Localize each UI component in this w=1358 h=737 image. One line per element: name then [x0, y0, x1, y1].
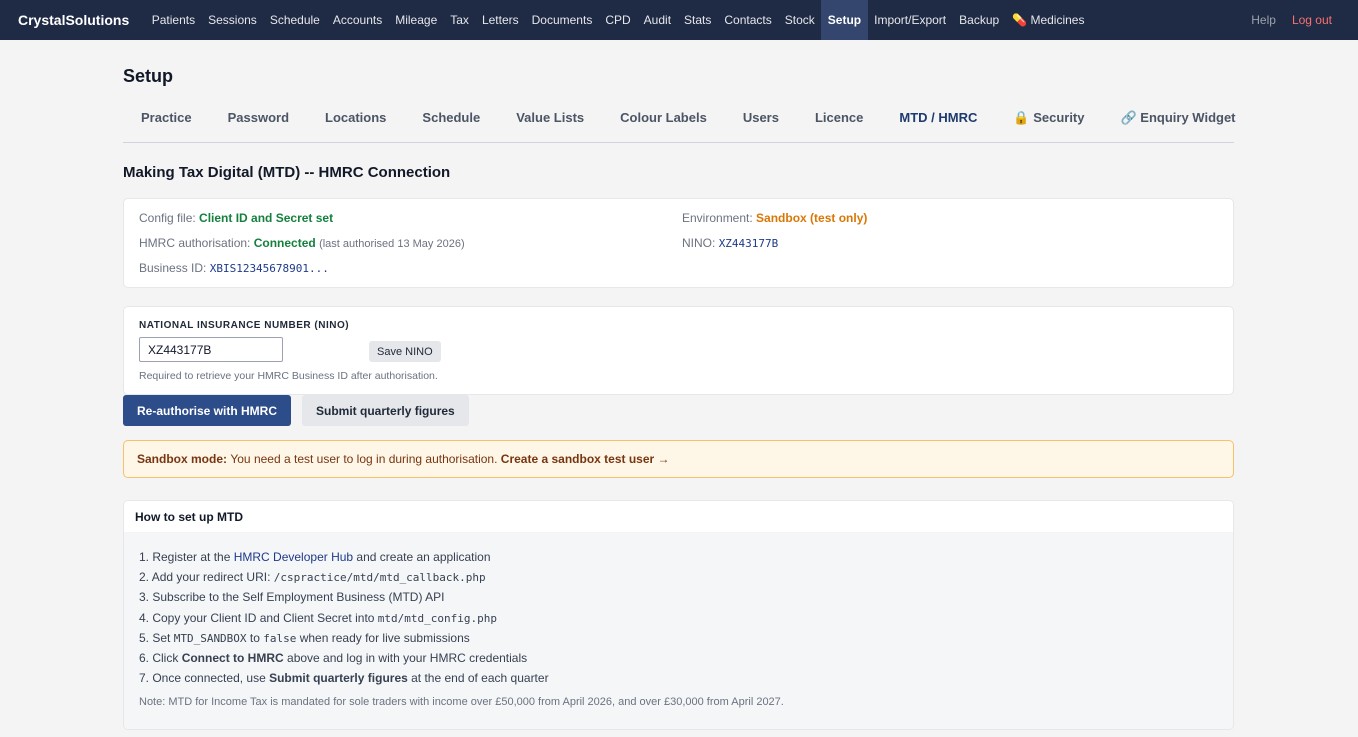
nino-value: XZ443177B [718, 237, 779, 250]
sandbox-alert: Sandbox mode: You need a test user to lo… [123, 440, 1234, 478]
nino-help-text: Required to retrieve your HMRC Business … [139, 370, 438, 382]
tab-mtd-hmrc[interactable]: MTD / HMRC [899, 109, 977, 142]
tab-colour-labels[interactable]: Colour Labels [620, 109, 707, 142]
nav-item-sessions[interactable]: Sessions [202, 0, 264, 40]
tab-users[interactable]: Users [743, 109, 779, 142]
nav-right: Help Log out [1251, 13, 1358, 27]
step-2: 2. Add your redirect URI: /cspractice/mt… [139, 570, 486, 585]
reauthorise-button[interactable]: Re-authorise with HMRC [123, 395, 292, 426]
top-nav-bar: CrystalSolutions Patients Sessions Sched… [0, 0, 1358, 40]
tab-value-lists[interactable]: Value Lists [516, 109, 584, 142]
tab-security[interactable]: 🔒 Security [1013, 109, 1084, 142]
step-5: 5. Set MTD_SANDBOX to false when ready f… [139, 630, 470, 645]
howto-body: 1. Register at the HMRC Developer Hub an… [124, 533, 1233, 729]
nino-input[interactable] [139, 337, 283, 362]
setup-tabs: Practice Password Locations Schedule Val… [123, 109, 1236, 143]
howto-title: How to set up MTD [124, 501, 1233, 533]
step-3: 3. Subscribe to the Self Employment Busi… [139, 590, 445, 605]
mtd-note: Note: MTD for Income Tax is mandated for… [139, 696, 784, 709]
nino-label: NINO: [682, 236, 716, 250]
tab-licence[interactable]: Licence [815, 109, 863, 142]
tab-schedule[interactable]: Schedule [422, 109, 480, 142]
section-title: Making Tax Digital (MTD) -- HMRC Connect… [123, 164, 451, 181]
connection-status-card: Config file: Client ID and Secret set HM… [123, 198, 1234, 288]
nav-item-patients[interactable]: Patients [145, 0, 201, 40]
auth-row: HMRC authorisation: Connected (last auth… [139, 236, 465, 250]
nav-item-accounts[interactable]: Accounts [326, 0, 388, 40]
nav-item-mileage[interactable]: Mileage [389, 0, 444, 40]
tab-password[interactable]: Password [228, 109, 289, 142]
page-title: Setup [123, 66, 174, 86]
step-6: 6. Click Connect to HMRC above and log i… [139, 650, 528, 665]
submit-quarterly-button[interactable]: Submit quarterly figures [302, 395, 469, 426]
tab-practice[interactable]: Practice [141, 109, 192, 142]
auth-status: Connected [253, 236, 316, 250]
tab-locations[interactable]: Locations [325, 109, 386, 142]
nino-form-card: NATIONAL INSURANCE NUMBER (NINO) Save NI… [123, 306, 1234, 395]
nav-item-backup[interactable]: Backup [953, 0, 1006, 40]
action-buttons: Re-authorise with HMRC Submit quarterly … [123, 395, 1234, 426]
business-id-label: Business ID: [139, 261, 207, 275]
setup-steps: 1. Register at the HMRC Developer Hub an… [139, 547, 1218, 688]
nav-item-import-export[interactable]: Import/Export [868, 0, 953, 40]
config-file-row: Config file: Client ID and Secret set [139, 211, 333, 225]
nino-row: NINO: XZ443177B [682, 236, 778, 250]
environment-value: Sandbox (test only) [756, 211, 868, 225]
nav-item-letters[interactable]: Letters [475, 0, 525, 40]
nav-item-contacts[interactable]: Contacts [718, 0, 778, 40]
business-id-row: Business ID: XBIS12345678901... [139, 261, 329, 275]
environment-label: Environment: [682, 211, 753, 225]
alert-title: Sandbox mode: [137, 452, 228, 466]
nav-item-documents[interactable]: Documents [525, 0, 599, 40]
nino-field-label: NATIONAL INSURANCE NUMBER (NINO) [139, 320, 350, 331]
brand-logo[interactable]: CrystalSolutions [18, 12, 129, 28]
save-nino-button[interactable]: Save NINO [369, 341, 441, 362]
nav-item-stats[interactable]: Stats [678, 0, 718, 40]
business-id-value: XBIS12345678901... [209, 262, 329, 275]
config-file-value: Client ID and Secret set [199, 211, 334, 225]
main-content: Setup Practice Password Locations Schedu… [123, 40, 1236, 730]
help-link[interactable]: Help [1251, 13, 1276, 27]
sandbox-user-link[interactable]: Create a sandbox test user → [501, 452, 670, 466]
nav-item-tax[interactable]: Tax [444, 0, 476, 40]
nav-item-schedule[interactable]: Schedule [263, 0, 326, 40]
auth-note: (last authorised 13 May 2026) [319, 238, 465, 250]
main-nav: Patients Sessions Schedule Accounts Mile… [145, 0, 1091, 40]
config-path-code: mtd/mtd_config.php [377, 611, 498, 625]
nav-item-audit[interactable]: Audit [637, 0, 677, 40]
step-7: 7. Once connected, use Submit quarterly … [139, 671, 549, 686]
nav-item-setup[interactable]: Setup [821, 0, 868, 40]
logout-link[interactable]: Log out [1292, 13, 1332, 27]
auth-label: HMRC authorisation: [139, 236, 251, 250]
environment-row: Environment: Sandbox (test only) [682, 211, 867, 225]
step-4: 4. Copy your Client ID and Client Secret… [139, 610, 498, 625]
developer-hub-link[interactable]: HMRC Developer Hub [234, 550, 353, 564]
tab-enquiry-widget[interactable]: 🔗 Enquiry Widget [1121, 109, 1236, 142]
redirect-uri-code: /cspractice/mtd/mtd_callback.php [273, 571, 486, 585]
nav-item-cpd[interactable]: CPD [599, 0, 637, 40]
alert-text: You need a test user to log in during au… [230, 452, 498, 466]
howto-card: How to set up MTD 1. Register at the HMR… [123, 500, 1234, 730]
step-1: 1. Register at the HMRC Developer Hub an… [139, 550, 491, 564]
nav-item-stock[interactable]: Stock [778, 0, 821, 40]
nav-item-medicines[interactable]: 💊 Medicines [1006, 0, 1091, 40]
config-file-label: Config file: [139, 211, 196, 225]
